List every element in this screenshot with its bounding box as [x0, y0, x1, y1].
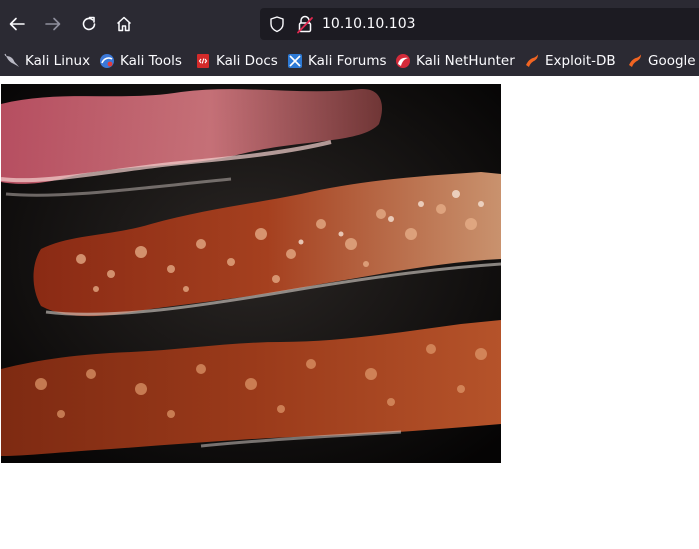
- bookmark-exploit-db[interactable]: Exploit-DB: [524, 50, 616, 72]
- bookmarks-toolbar: Kali Linux Kali Tools Kali Docs Kali For…: [0, 46, 699, 76]
- exploit-db-icon: [524, 53, 540, 69]
- navigation-toolbar: 10.10.10.103: [0, 0, 699, 46]
- forward-button[interactable]: [38, 9, 68, 39]
- bookmark-label: Kali Docs: [216, 53, 278, 69]
- kali-forums-icon: [287, 53, 303, 69]
- bookmark-label: Kali Tools: [120, 53, 182, 69]
- reload-icon: [82, 16, 96, 31]
- back-button[interactable]: [2, 9, 32, 39]
- bookmark-label: Google: [648, 53, 696, 69]
- home-button[interactable]: [109, 9, 139, 39]
- insecure-lock-icon[interactable]: [296, 14, 314, 34]
- browser-window: 10.10.10.103 Kali Linux Kali Tools Kali …: [0, 0, 699, 549]
- tracking-protection-shield-icon[interactable]: [268, 15, 286, 33]
- bookmark-kali-forums[interactable]: Kali Forums: [287, 50, 387, 72]
- kali-dragon-icon: [4, 53, 20, 69]
- bookmark-google[interactable]: Google: [627, 50, 696, 72]
- bookmark-kali-tools[interactable]: Kali Tools: [99, 50, 182, 72]
- arrow-left-icon: [9, 17, 25, 31]
- reload-button[interactable]: [74, 9, 104, 39]
- arrow-right-icon: [45, 17, 61, 31]
- bacon-image: [1, 84, 501, 463]
- bookmark-label: Exploit-DB: [545, 53, 616, 69]
- kali-tools-icon: [99, 53, 115, 69]
- google-icon: [627, 53, 643, 69]
- bookmark-kali-linux[interactable]: Kali Linux: [4, 50, 90, 72]
- url-bar[interactable]: 10.10.10.103: [260, 8, 699, 40]
- url-text[interactable]: 10.10.10.103: [322, 15, 416, 33]
- kali-docs-icon: [195, 53, 211, 69]
- bookmark-label: Kali Linux: [25, 53, 91, 69]
- kali-nethunter-icon: [395, 53, 411, 69]
- bookmark-kali-docs[interactable]: Kali Docs: [195, 50, 278, 72]
- bookmark-label: Kali Forums: [308, 53, 387, 69]
- bookmark-kali-nethunter[interactable]: Kali NetHunter: [395, 50, 515, 72]
- home-icon: [116, 16, 132, 32]
- bookmark-label: Kali NetHunter: [416, 53, 515, 69]
- page-content: [0, 76, 699, 549]
